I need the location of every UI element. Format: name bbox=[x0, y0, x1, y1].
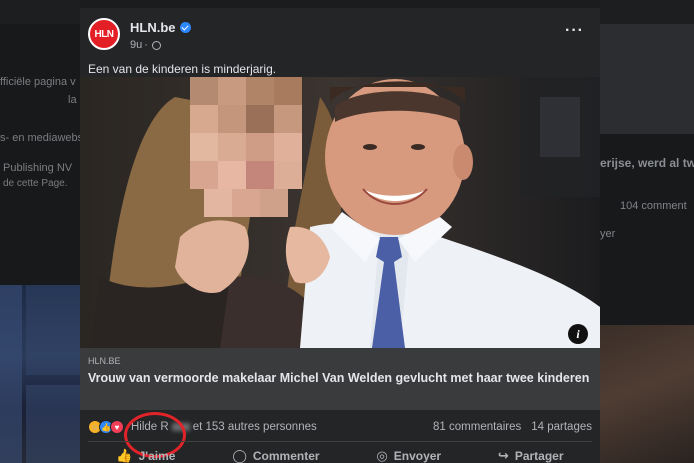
background-topbar bbox=[0, 0, 80, 24]
post-time[interactable]: 9u bbox=[130, 39, 142, 51]
reactors-count: et 153 autres personnes bbox=[192, 421, 317, 433]
logo-text: HLN bbox=[94, 28, 114, 40]
background-text: s- en mediawebs bbox=[0, 132, 80, 144]
post-header: HLN HLN.be 9u · ··· bbox=[88, 18, 592, 58]
link-preview[interactable]: HLN.BE Vrouw van vermoorde makelaar Mich… bbox=[80, 348, 600, 410]
send-button[interactable]: ◎ Envoyer bbox=[376, 448, 441, 463]
comment-label: Commenter bbox=[252, 449, 320, 463]
background-image bbox=[600, 325, 694, 463]
background-photo bbox=[0, 285, 80, 463]
reaction-icons[interactable]: ☺ 👍 ♥ bbox=[88, 420, 124, 434]
page-avatar[interactable]: HLN bbox=[88, 18, 120, 50]
action-bar: 👍 J'aime ◯ Commenter ◎ Envoyer ↪ Partage… bbox=[88, 444, 592, 463]
info-icon[interactable]: i bbox=[568, 324, 588, 344]
like-button[interactable]: 👍 J'aime bbox=[116, 448, 175, 463]
post-caption: Een van de kinderen is minderjarig. bbox=[88, 62, 277, 76]
background-text: yer bbox=[600, 228, 616, 240]
link-headline: Vrouw van vermoorde makelaar Michel Van … bbox=[88, 371, 590, 385]
globe-icon bbox=[151, 40, 161, 50]
verified-badge-icon bbox=[179, 22, 191, 33]
like-label: J'aime bbox=[138, 449, 176, 463]
comments-count[interactable]: 81 commentaires bbox=[433, 421, 521, 433]
share-arrow-icon: ↪ bbox=[497, 448, 509, 463]
messenger-icon: ◎ bbox=[376, 448, 388, 463]
background-topbar bbox=[600, 0, 694, 24]
page-name: HLN.be bbox=[130, 20, 176, 35]
comment-bubble-icon: ◯ bbox=[232, 448, 247, 463]
comment-button[interactable]: ◯ Commenter bbox=[232, 448, 319, 463]
link-domain: HLN.BE bbox=[88, 356, 121, 366]
background-text: 104 comment bbox=[620, 200, 687, 212]
more-options-icon[interactable]: ··· bbox=[565, 22, 584, 40]
post-image[interactable]: i bbox=[80, 77, 600, 348]
background-text: la bbox=[68, 94, 77, 106]
post-meta: 9u · bbox=[130, 39, 161, 51]
background-image bbox=[600, 24, 694, 134]
send-label: Envoyer bbox=[393, 449, 442, 463]
share-label: Partager bbox=[514, 449, 564, 463]
background-text: fficiële pagina v bbox=[0, 76, 76, 88]
background-text: erijse, werd al tw bbox=[600, 156, 694, 170]
thumbs-up-icon: 👍 bbox=[116, 448, 133, 463]
background-text: Publishing NV bbox=[3, 162, 73, 174]
love-reaction-icon: ♥ bbox=[110, 420, 124, 434]
background-text: de cette Page. bbox=[3, 178, 68, 189]
shares-count[interactable]: 14 partages bbox=[531, 421, 592, 433]
photo-illustration bbox=[80, 77, 600, 348]
background-left-column: fficiële pagina v la s- en mediawebs Pub… bbox=[0, 0, 80, 463]
page-name-link[interactable]: HLN.be bbox=[130, 20, 191, 35]
share-button[interactable]: ↪ Partager bbox=[498, 448, 564, 463]
divider bbox=[88, 441, 592, 442]
stats-right: 81 commentaires 14 partages bbox=[433, 421, 592, 433]
background-right-column: erijse, werd al tw 104 comment yer bbox=[600, 0, 694, 463]
post-card: HLN HLN.be 9u · ··· Een van de kinderen … bbox=[80, 0, 600, 463]
